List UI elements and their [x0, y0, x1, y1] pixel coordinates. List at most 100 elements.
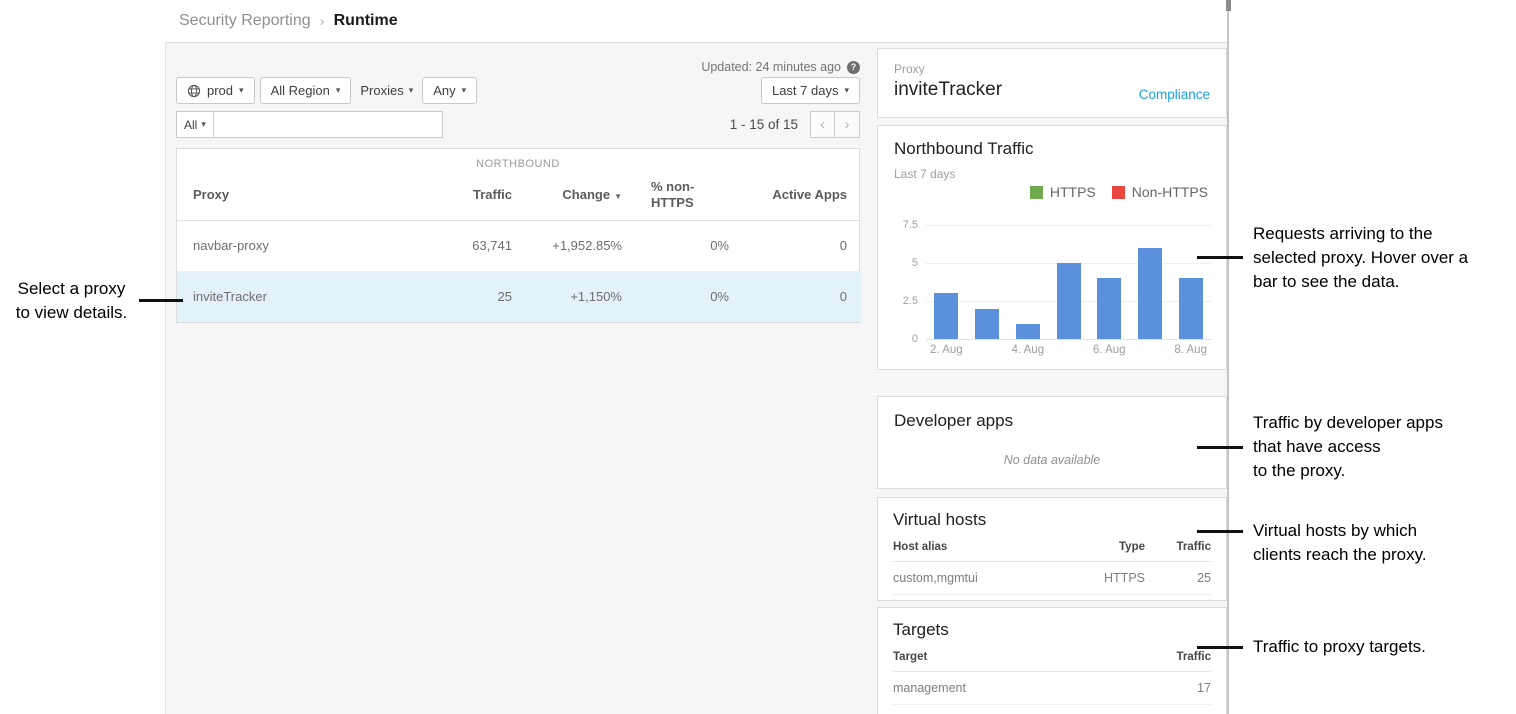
- chart-gridline: 0: [926, 339, 1211, 340]
- next-page-button[interactable]: ›: [835, 111, 860, 138]
- chart-bar[interactable]: [1179, 278, 1203, 339]
- proxy-label: Proxy: [894, 62, 1210, 76]
- legend-label: HTTPS: [1050, 184, 1096, 200]
- column-header-host-alias: Host alias: [893, 541, 1065, 553]
- annotation-select-proxy: Select a proxy to view details.: [0, 277, 143, 325]
- callout-line: [1197, 646, 1243, 649]
- x-axis-tick-label: [1130, 344, 1171, 356]
- cell-traffic: 17: [1145, 681, 1211, 695]
- region-dropdown[interactable]: All Region ▾: [260, 77, 352, 104]
- empty-state-message: No data available: [894, 453, 1210, 467]
- column-header-non-https[interactable]: % non-HTTPS: [622, 170, 729, 220]
- proxy-table-card: NORTHBOUND Proxy Traffic Change▼ % non-H…: [176, 148, 860, 323]
- annotation-line: clients reach the proxy.: [1253, 543, 1427, 567]
- search-scope-dropdown[interactable]: All ▾: [176, 111, 214, 138]
- column-header-proxy[interactable]: Proxy: [177, 170, 392, 220]
- chart-subtitle: Last 7 days: [894, 167, 1210, 181]
- chevron-right-icon: ›: [845, 116, 850, 133]
- column-header-traffic[interactable]: Traffic: [392, 170, 512, 220]
- targets-title: Targets: [893, 620, 1211, 640]
- callout-line: [1197, 530, 1243, 533]
- breadcrumb-parent[interactable]: Security Reporting: [179, 12, 311, 30]
- x-axis-tick-label: 6. Aug: [1089, 344, 1130, 356]
- proxy-detail-card: Proxy inviteTracker Compliance: [877, 48, 1227, 118]
- column-header-traffic: Traffic: [1145, 541, 1211, 553]
- chart-bar[interactable]: [1057, 263, 1081, 339]
- search-input[interactable]: [214, 111, 443, 138]
- cell-host-alias: custom,mgmtui: [893, 571, 1065, 585]
- callout-line: [1197, 446, 1243, 449]
- chart-bar[interactable]: [934, 293, 958, 339]
- column-header-type: Type: [1065, 541, 1145, 553]
- virtual-hosts-table: Host alias Type Traffic custom,mgmtui HT…: [893, 541, 1211, 595]
- time-range-label: Last 7 days: [772, 83, 839, 98]
- legend-swatch: [1030, 186, 1043, 199]
- legend-item: HTTPS: [1030, 184, 1096, 200]
- breadcrumb-current: Runtime: [334, 12, 398, 30]
- chart-bar[interactable]: [975, 309, 999, 339]
- targets-table: Target Traffic management 17: [893, 651, 1211, 705]
- chart-legend: HTTPS Non-HTTPS: [1030, 184, 1208, 200]
- any-dropdown[interactable]: Any ▾: [422, 77, 477, 104]
- scrollbar-thumb[interactable]: [1226, 0, 1231, 11]
- column-header-change[interactable]: Change▼: [512, 170, 622, 220]
- search-bar: All ▾: [176, 111, 443, 138]
- annotation-line: Select a proxy: [0, 277, 143, 301]
- time-range-dropdown[interactable]: Last 7 days ▾: [761, 77, 860, 104]
- compliance-link[interactable]: Compliance: [1139, 87, 1210, 102]
- cell-proxy-name: navbar-proxy: [177, 220, 392, 271]
- chart-bar-slot: [1048, 225, 1089, 339]
- chart-bar[interactable]: [1138, 248, 1162, 339]
- prev-page-button[interactable]: ‹: [810, 111, 835, 138]
- table-row-selected[interactable]: inviteTracker 25 +1,150% 0% 0: [177, 271, 861, 322]
- annotation-line: that have access: [1253, 435, 1443, 459]
- northbound-traffic-card: Northbound Traffic Last 7 days HTTPSNon-…: [877, 125, 1227, 370]
- chevron-left-icon: ‹: [820, 116, 825, 133]
- column-header-active-apps[interactable]: Active Apps: [729, 170, 861, 220]
- chart-bar-slot: [1007, 225, 1048, 339]
- x-axis-tick-label: [1048, 344, 1089, 356]
- column-header-target: Target: [893, 651, 1145, 663]
- table-group-header: NORTHBOUND: [177, 149, 859, 170]
- chevron-down-icon: ▾: [409, 85, 414, 96]
- legend-label: Non-HTTPS: [1132, 184, 1208, 200]
- cell-proxy-name: inviteTracker: [177, 271, 392, 322]
- environment-dropdown[interactable]: prod ▾: [176, 77, 255, 104]
- pagination-range: 1 - 15 of 15: [730, 117, 798, 132]
- table-row: custom,mgmtui HTTPS 25: [893, 562, 1211, 595]
- chart-bar[interactable]: [1097, 278, 1121, 339]
- table-header-row: Proxy Traffic Change▼ % non-HTTPS Active…: [177, 170, 861, 220]
- chart-bar-slot: [1130, 225, 1171, 339]
- pagination: 1 - 15 of 15 ‹ ›: [730, 111, 860, 138]
- chart-x-labels: 2. Aug4. Aug6. Aug8. Aug: [926, 344, 1211, 356]
- y-axis-tick-label: 5: [890, 257, 918, 269]
- column-header-traffic: Traffic: [1145, 651, 1211, 663]
- x-axis-tick-label: 8. Aug: [1170, 344, 1211, 356]
- virtual-hosts-title: Virtual hosts: [893, 510, 1211, 530]
- help-icon[interactable]: ?: [847, 61, 860, 74]
- table-header-row: Target Traffic: [893, 651, 1211, 672]
- panel-divider: [1227, 0, 1229, 714]
- chart-plot: 7.552.50: [926, 225, 1211, 339]
- chart-bar-slot: [1170, 225, 1211, 339]
- updated-status: Updated: 24 minutes ago ?: [701, 60, 860, 74]
- table-row[interactable]: navbar-proxy 63,741 +1,952.85% 0% 0: [177, 220, 861, 271]
- table-row: management 17: [893, 672, 1211, 705]
- chevron-down-icon: ▾: [201, 119, 206, 130]
- legend-item: Non-HTTPS: [1112, 184, 1208, 200]
- proxy-table: Proxy Traffic Change▼ % non-HTTPS Active…: [177, 170, 861, 322]
- annotation-line: to the proxy.: [1253, 459, 1443, 483]
- breadcrumb-separator-icon: ›: [320, 13, 325, 30]
- annotation-developer-apps: Traffic by developer apps that have acce…: [1253, 411, 1443, 483]
- chart-bar[interactable]: [1016, 324, 1040, 339]
- chart-bar-slot: [1089, 225, 1130, 339]
- developer-apps-card: Developer apps No data available: [877, 396, 1227, 489]
- page-header: Security Reporting › Runtime: [165, 0, 1227, 43]
- filter-toolbar: prod ▾ All Region ▾ Proxies ▾ Any ▾: [176, 77, 477, 104]
- legend-swatch: [1112, 186, 1125, 199]
- proxies-dropdown[interactable]: Proxies ▾: [356, 83, 417, 98]
- chevron-down-icon: ▾: [844, 85, 849, 96]
- x-axis-tick-label: [967, 344, 1008, 356]
- chevron-down-icon: ▾: [336, 85, 341, 96]
- chevron-down-icon: ▾: [462, 85, 467, 96]
